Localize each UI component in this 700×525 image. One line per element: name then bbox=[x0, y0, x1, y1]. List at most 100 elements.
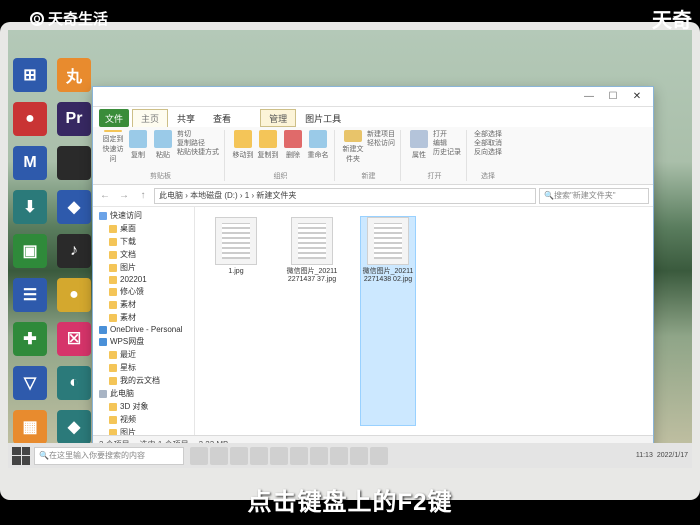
tree-thispc[interactable]: 此电脑 bbox=[93, 387, 194, 400]
file-thumbnail bbox=[215, 217, 257, 265]
delete-button[interactable]: 删除 bbox=[282, 130, 304, 164]
tab-home[interactable]: 主页 bbox=[132, 109, 168, 127]
tree-item[interactable]: 图片 bbox=[93, 426, 194, 435]
nav-up-icon[interactable]: ↑ bbox=[135, 188, 151, 204]
nav-forward-icon[interactable]: → bbox=[116, 188, 132, 204]
file-item[interactable]: 1.jpg bbox=[209, 217, 263, 425]
watermark-left: Q 天奇生活 bbox=[30, 8, 108, 29]
open-button[interactable]: 打开 bbox=[433, 130, 461, 139]
desktop-icon[interactable]: ▣ bbox=[13, 234, 47, 268]
desktop-icon[interactable]: ⬇ bbox=[13, 190, 47, 224]
invertsel-button[interactable]: 反向选择 bbox=[474, 148, 502, 157]
desktop-icon[interactable]: ◆ bbox=[57, 410, 91, 444]
ribbon-group-clipboard: 固定到快速访问 复制 粘贴 剪切复制路径粘贴快捷方式 剪贴板 bbox=[97, 130, 225, 181]
properties-button[interactable]: 属性 bbox=[408, 130, 430, 164]
search-field[interactable]: 🔍 搜索"新建文件夹" bbox=[539, 188, 649, 204]
pastelink-button[interactable]: 粘贴快捷方式 bbox=[177, 148, 219, 157]
desktop-icon[interactable]: ☒ bbox=[57, 322, 91, 356]
taskbar-app-icon[interactable] bbox=[230, 447, 248, 465]
taskbar-search[interactable]: 🔍 在这里输入你要搜索的内容 bbox=[34, 447, 184, 465]
taskbar-app-icon[interactable] bbox=[270, 447, 288, 465]
tree-quick-access[interactable]: 快速访问 bbox=[93, 209, 194, 222]
selectall-button[interactable]: 全部选择 bbox=[474, 130, 502, 139]
newitem-button[interactable]: 新建项目 bbox=[367, 130, 395, 139]
desktop-icon[interactable]: ⊞ bbox=[13, 58, 47, 92]
file-item[interactable]: 微信图片_202112271437 37.jpg bbox=[285, 217, 339, 425]
tree-item[interactable]: 下载 bbox=[93, 235, 194, 248]
tree-item[interactable]: 202201 bbox=[93, 274, 194, 285]
watermark-icon: Q bbox=[30, 12, 44, 26]
tree-item[interactable]: 3D 对象 bbox=[93, 400, 194, 413]
tree-item[interactable]: 视频 bbox=[93, 413, 194, 426]
tree-item[interactable]: 星标 bbox=[93, 361, 194, 374]
tree-item[interactable]: 修心馈 bbox=[93, 285, 194, 298]
tree-item[interactable]: 文档 bbox=[93, 248, 194, 261]
tree-wps[interactable]: WPS网盘 bbox=[93, 335, 194, 348]
nav-tree[interactable]: 快速访问 桌面 下载 文档 图片 202201 修心馈 素材 素材 OneDri… bbox=[93, 207, 195, 435]
copypath-button[interactable]: 复制路径 bbox=[177, 139, 219, 148]
ribbon-tabs: 文件 主页 共享 查看 管理 图片工具 bbox=[93, 107, 653, 127]
tab-share[interactable]: 共享 bbox=[168, 109, 204, 127]
easyaccess-button[interactable]: 轻松访问 bbox=[367, 139, 395, 148]
ribbon-group-open: 属性 打开编辑历史记录 打开 bbox=[403, 130, 467, 181]
minimize-button[interactable]: — bbox=[577, 89, 601, 105]
desktop-icon[interactable]: ▽ bbox=[13, 366, 47, 400]
taskbar-app-icon[interactable] bbox=[250, 447, 268, 465]
file-item-selected[interactable]: 微信图片_202112271438 02.jpg bbox=[361, 217, 415, 425]
taskbar-app-icon[interactable] bbox=[310, 447, 328, 465]
rename-button[interactable]: 重命名 bbox=[307, 130, 329, 164]
group-label: 新建 bbox=[342, 171, 395, 181]
paste-button[interactable]: 粘贴 bbox=[152, 130, 174, 164]
tree-onedrive[interactable]: OneDrive - Personal bbox=[93, 324, 194, 335]
close-button[interactable]: ✕ bbox=[625, 89, 649, 105]
desktop-icon[interactable]: ☰ bbox=[13, 278, 47, 312]
taskbar-app-icon[interactable] bbox=[370, 447, 388, 465]
tree-item[interactable]: 素材 bbox=[93, 311, 194, 324]
tree-item[interactable]: 桌面 bbox=[93, 222, 194, 235]
file-thumbnail bbox=[367, 217, 409, 265]
desktop-icon[interactable]: ● bbox=[13, 102, 47, 136]
start-button[interactable] bbox=[12, 447, 30, 465]
address-field[interactable]: 此电脑 › 本地磁盘 (D:) › 1 › 新建文件夹 bbox=[154, 188, 536, 204]
desktop-icon[interactable]: ♪ bbox=[57, 234, 91, 268]
tree-item[interactable]: 素材 bbox=[93, 298, 194, 311]
desktop-icon[interactable]: 丸 bbox=[57, 58, 91, 92]
taskbar-app-icon[interactable] bbox=[290, 447, 308, 465]
edit-button[interactable]: 编辑 bbox=[433, 139, 461, 148]
nav-back-icon[interactable]: ← bbox=[97, 188, 113, 204]
desktop-icon[interactable] bbox=[57, 146, 91, 180]
taskbar-app-icon[interactable] bbox=[210, 447, 228, 465]
copyto-button[interactable]: 复制到 bbox=[257, 130, 279, 164]
desktop-icon[interactable]: M bbox=[13, 146, 47, 180]
maximize-button[interactable]: ☐ bbox=[601, 89, 625, 105]
taskbar-app-icon[interactable] bbox=[330, 447, 348, 465]
file-content-pane[interactable]: 1.jpg 微信图片_202112271437 37.jpg 微信图片_2021… bbox=[195, 207, 653, 435]
newfolder-button[interactable]: 新建文件夹 bbox=[342, 130, 364, 164]
history-button[interactable]: 历史记录 bbox=[433, 148, 461, 157]
tree-item[interactable]: 最近 bbox=[93, 348, 194, 361]
tab-picture-tools[interactable]: 图片工具 bbox=[296, 109, 350, 127]
tab-file[interactable]: 文件 bbox=[99, 109, 129, 127]
copy-button[interactable]: 复制 bbox=[127, 130, 149, 164]
desktop-icons: ⊞ 丸 ● Pr M ⬇ ◆ ▣ ♪ ☰ ● ✚ ☒ ▽ ◐ ▦ ◆ e ◑ bbox=[13, 58, 95, 468]
desktop-icon[interactable]: ✚ bbox=[13, 322, 47, 356]
tree-item[interactable]: 我的云文档 bbox=[93, 374, 194, 387]
pin-button[interactable]: 固定到快速访问 bbox=[102, 130, 124, 164]
taskbar-app-icon[interactable] bbox=[190, 447, 208, 465]
desktop-screen: ⊞ 丸 ● Pr M ⬇ ◆ ▣ ♪ ☰ ● ✚ ☒ ▽ ◐ ▦ ◆ e ◑ —… bbox=[8, 30, 692, 468]
desktop-icon[interactable]: Pr bbox=[57, 102, 91, 136]
tree-item[interactable]: 图片 bbox=[93, 261, 194, 274]
moveto-button[interactable]: 移动到 bbox=[232, 130, 254, 164]
system-tray[interactable]: 11:13 2022/1/17 bbox=[636, 452, 688, 459]
selectnone-button[interactable]: 全部取消 bbox=[474, 139, 502, 148]
title-bar[interactable]: — ☐ ✕ bbox=[93, 87, 653, 107]
desktop-icon[interactable]: ◆ bbox=[57, 190, 91, 224]
taskbar-app-icon[interactable] bbox=[350, 447, 368, 465]
desktop-icon[interactable]: ● bbox=[57, 278, 91, 312]
desktop-icon[interactable]: ◐ bbox=[57, 366, 91, 400]
desktop-icon[interactable]: ▦ bbox=[13, 410, 47, 444]
group-label: 组织 bbox=[232, 171, 329, 181]
tab-view[interactable]: 查看 bbox=[204, 109, 240, 127]
cut-button[interactable]: 剪切 bbox=[177, 130, 219, 139]
file-name: 微信图片_202112271437 37.jpg bbox=[285, 268, 339, 283]
